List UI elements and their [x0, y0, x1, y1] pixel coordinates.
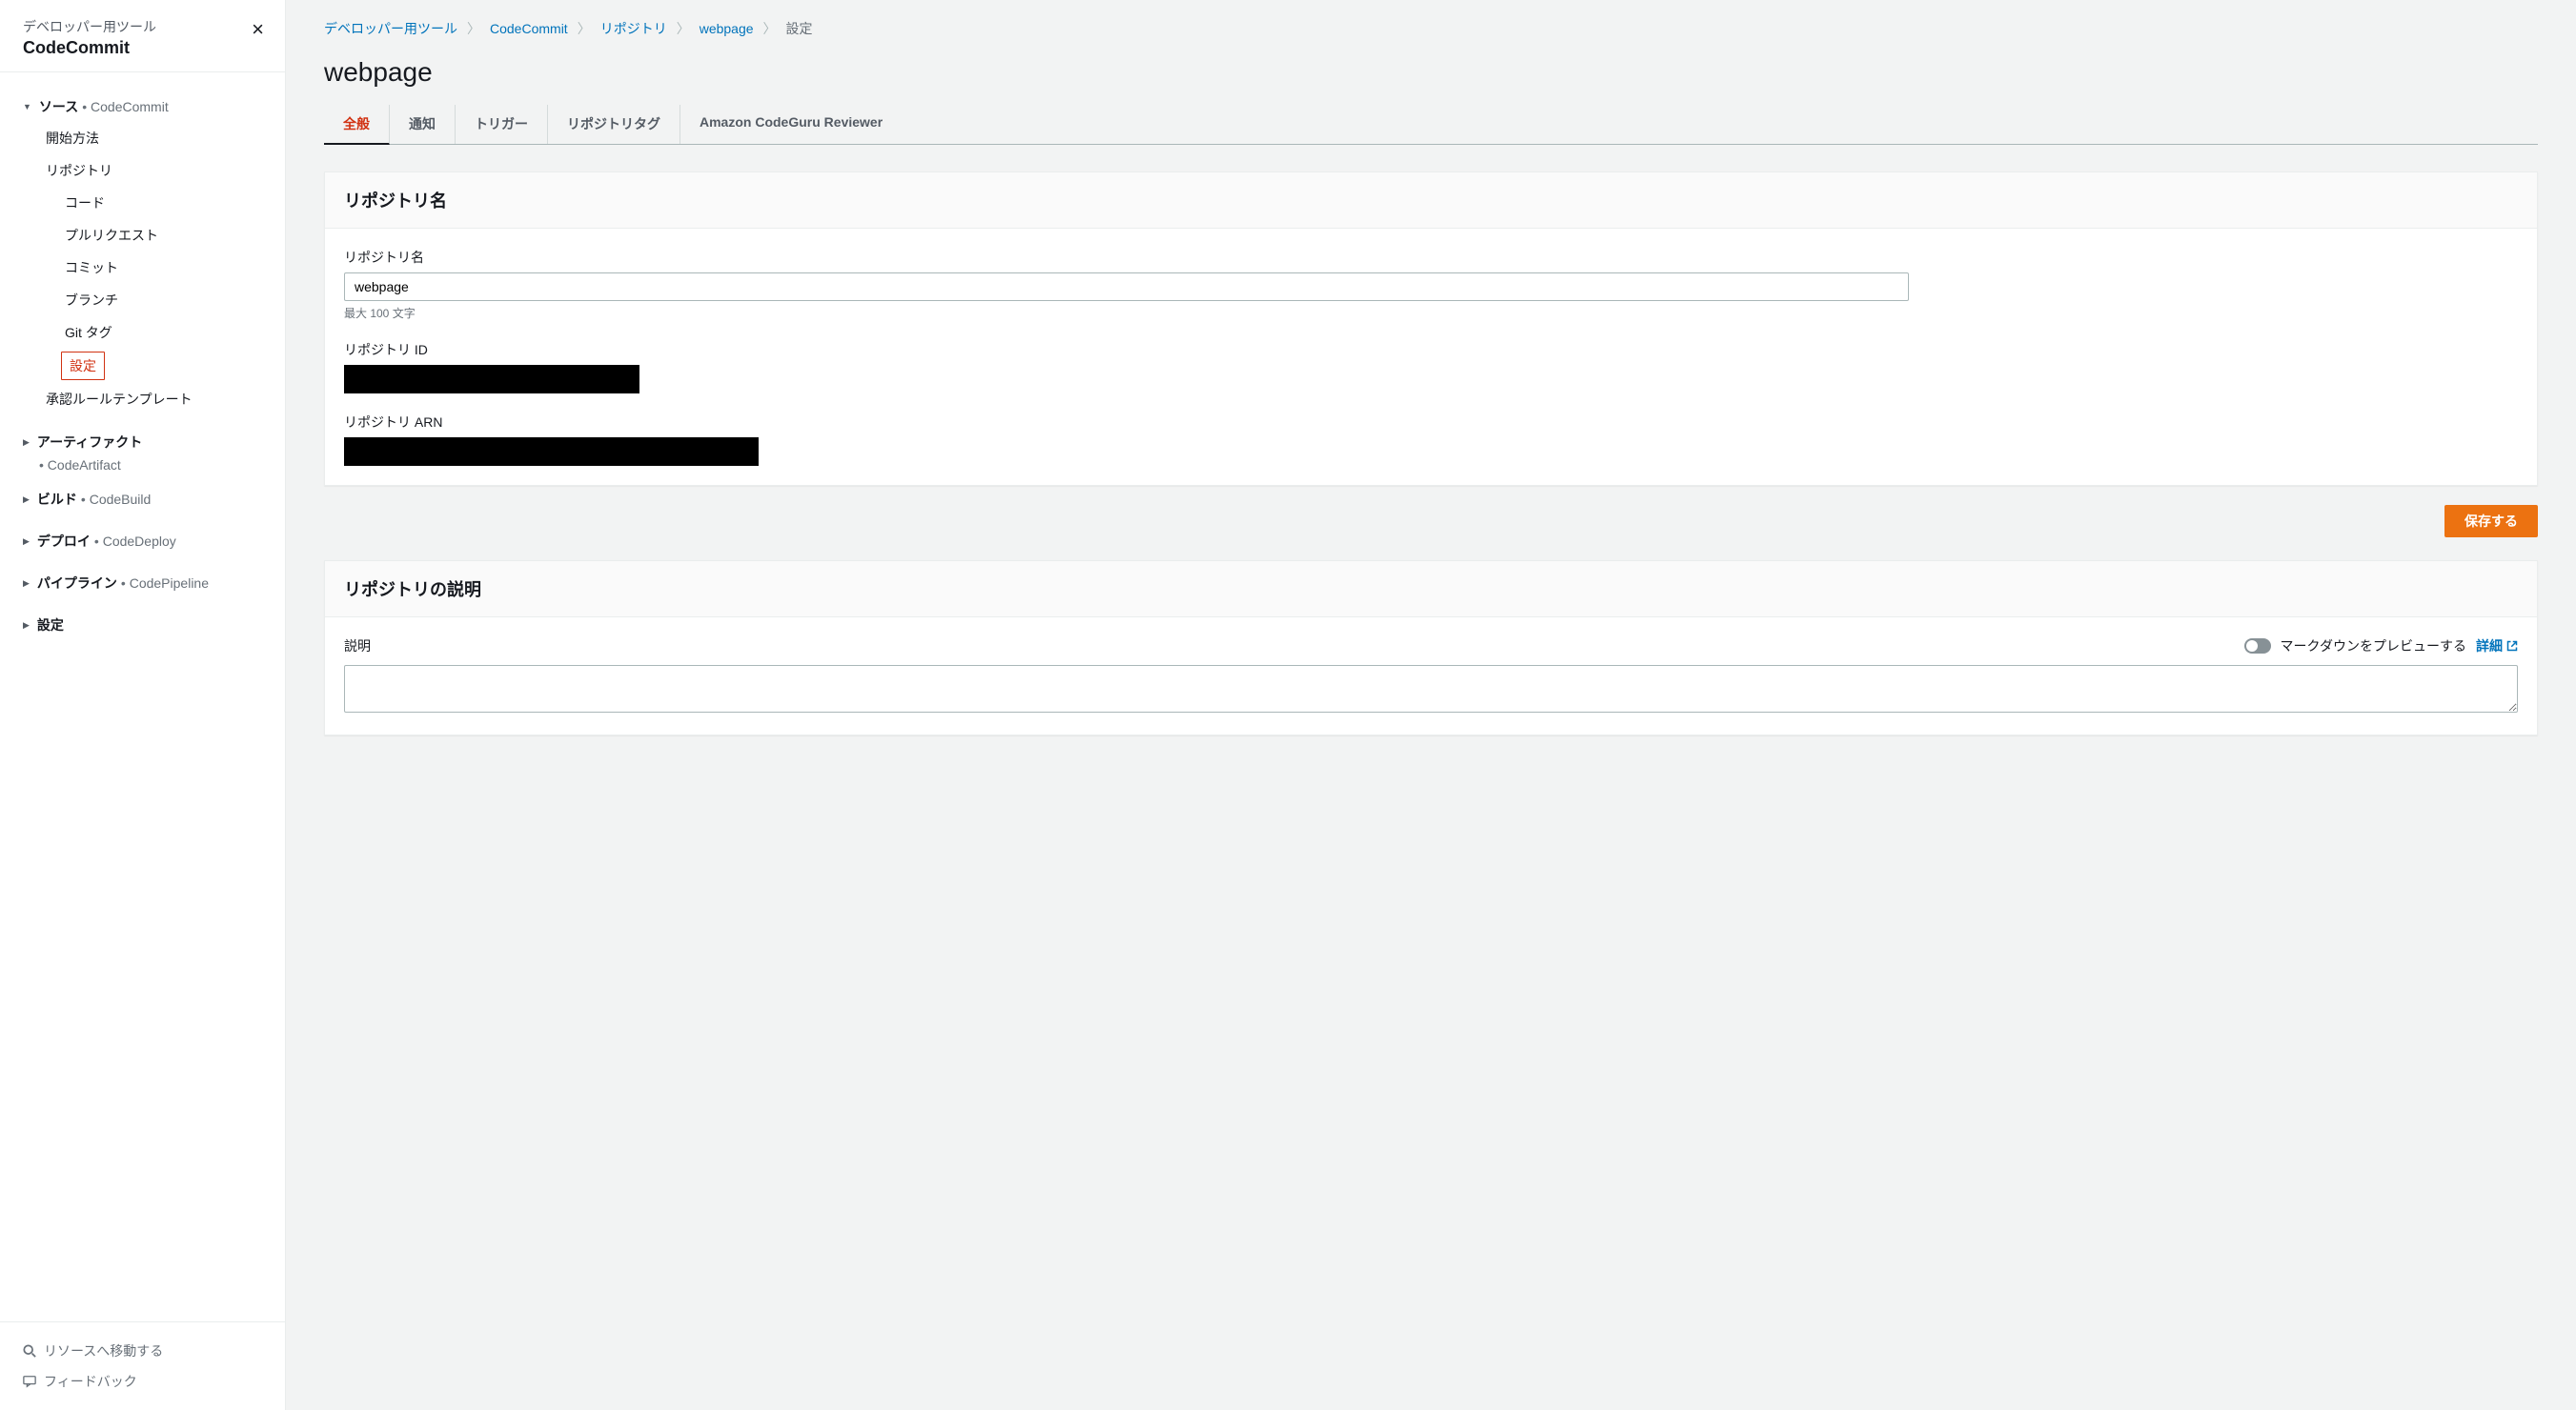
tab-notifications[interactable]: 通知: [390, 105, 456, 144]
panel-repository-description: リポジトリの説明 説明 マークダウンをプレビューする 詳細: [324, 560, 2538, 735]
nav-group-build: ▶ ビルド • CodeBuild: [0, 478, 285, 520]
nav-group-suffix: • CodePipeline: [121, 575, 209, 591]
panel-header: リポジトリの説明: [325, 561, 2537, 617]
field-hint: 最大 100 文字: [344, 305, 2518, 321]
caret-right-icon: ▶: [23, 437, 30, 448]
detail-link[interactable]: 詳細: [2476, 636, 2518, 655]
nav-group-header-artifact[interactable]: ▶ アーティファクト: [23, 427, 262, 457]
nav-group-suffix: • CodeDeploy: [94, 534, 176, 549]
sidebar-header: デベロッパー用ツール CodeCommit ×: [0, 0, 285, 72]
nav-group-artifact: ▶ アーティファクト • CodeArtifact: [0, 421, 285, 478]
chevron-right-icon: 〉: [677, 19, 690, 38]
nav-group-source: ▼ ソース • CodeCommit 開始方法 リポジトリ コード プルリクエス…: [0, 86, 285, 421]
caret-down-icon: ▼: [23, 102, 31, 111]
nav-group-label: ソース: [39, 97, 78, 116]
sidebar-title: CodeCommit: [23, 38, 262, 58]
nav-item-getting-started[interactable]: 開始方法: [23, 122, 262, 154]
nav-group-header-source[interactable]: ▼ ソース • CodeCommit: [23, 91, 262, 122]
footer-search-label: リソースへ移動する: [44, 1341, 163, 1360]
detail-link-label: 詳細: [2476, 636, 2503, 655]
panel-body: 説明 マークダウンをプレビューする 詳細: [325, 617, 2537, 735]
nav-group-suffix: • CodeCommit: [82, 99, 168, 114]
nav-subitem-code[interactable]: コード: [23, 187, 262, 219]
nav-group-label: ビルド: [37, 490, 77, 509]
nav-item-approval-templates[interactable]: 承認ルールテンプレート: [23, 383, 262, 415]
nav-subitem-branches[interactable]: ブランチ: [23, 284, 262, 316]
footer-go-to-resource[interactable]: リソースへ移動する: [23, 1336, 262, 1366]
caret-right-icon: ▶: [23, 494, 30, 505]
nav-group-label: パイプライン: [37, 574, 117, 593]
nav-group-label: 設定: [37, 615, 64, 634]
markdown-preview-group: マークダウンをプレビューする 詳細: [2244, 636, 2518, 655]
sidebar-nav: ▼ ソース • CodeCommit 開始方法 リポジトリ コード プルリクエス…: [0, 72, 285, 1321]
nav-group-header-build[interactable]: ▶ ビルド • CodeBuild: [23, 484, 262, 514]
nav-subitem-git-tags[interactable]: Git タグ: [23, 316, 262, 349]
chevron-right-icon: 〉: [578, 19, 591, 38]
caret-right-icon: ▶: [23, 536, 30, 547]
nav-subitem-settings[interactable]: 設定: [61, 352, 105, 380]
main-content: デベロッパー用ツール 〉 CodeCommit 〉 リポジトリ 〉 webpag…: [286, 0, 2576, 1410]
nav-group-suffix-artifact: • CodeArtifact: [23, 457, 262, 473]
field-label: リポジトリ ARN: [344, 413, 2518, 432]
chevron-right-icon: 〉: [763, 19, 777, 38]
breadcrumb-link-devtools[interactable]: デベロッパー用ツール: [324, 19, 457, 38]
caret-right-icon: ▶: [23, 620, 30, 631]
panel-title: リポジトリ名: [344, 188, 2518, 212]
external-link-icon: [2506, 640, 2518, 652]
nav-group-deploy: ▶ デプロイ • CodeDeploy: [0, 520, 285, 562]
field-repository-id: リポジトリ ID: [344, 340, 2518, 393]
panel-body: リポジトリ名 最大 100 文字 リポジトリ ID リポジトリ ARN: [325, 229, 2537, 485]
toggle-knob: [2246, 640, 2258, 652]
nav-group-settings: ▶ 設定: [0, 604, 285, 646]
breadcrumb: デベロッパー用ツール 〉 CodeCommit 〉 リポジトリ 〉 webpag…: [324, 19, 2538, 38]
save-button[interactable]: 保存する: [2444, 505, 2538, 537]
nav-group-label: デプロイ: [37, 532, 91, 551]
tab-repository-tags[interactable]: リポジトリタグ: [548, 105, 680, 144]
field-label: 説明: [344, 636, 371, 655]
caret-right-icon: ▶: [23, 578, 30, 589]
footer-feedback[interactable]: フィードバック: [23, 1366, 262, 1397]
nav-subitem-commits[interactable]: コミット: [23, 252, 262, 284]
field-label: リポジトリ ID: [344, 340, 2518, 359]
actions-row: 保存する: [324, 505, 2538, 537]
markdown-preview-toggle[interactable]: [2244, 638, 2271, 654]
nav-group-suffix: • CodeBuild: [81, 492, 151, 507]
field-repository-arn: リポジトリ ARN: [344, 413, 2518, 466]
field-label: リポジトリ名: [344, 248, 2518, 267]
nav-group-header-deploy[interactable]: ▶ デプロイ • CodeDeploy: [23, 526, 262, 556]
breadcrumb-current: 設定: [786, 19, 813, 38]
nav-group-header-pipeline[interactable]: ▶ パイプライン • CodePipeline: [23, 568, 262, 598]
nav-item-repositories[interactable]: リポジトリ: [23, 154, 262, 187]
breadcrumb-link-codecommit[interactable]: CodeCommit: [490, 21, 568, 36]
nav-subitem-pull-requests[interactable]: プルリクエスト: [23, 219, 262, 252]
repository-name-input[interactable]: [344, 272, 1909, 301]
search-icon: [23, 1344, 36, 1358]
panel-repository-name: リポジトリ名 リポジトリ名 最大 100 文字 リポジトリ ID リポジトリ A…: [324, 171, 2538, 486]
tabs: 全般 通知 トリガー リポジトリタグ Amazon CodeGuru Revie…: [324, 105, 2538, 145]
chevron-right-icon: 〉: [467, 19, 480, 38]
toggle-label: マークダウンをプレビューする: [2281, 636, 2466, 655]
sidebar-subtitle: デベロッパー用ツール: [23, 17, 262, 36]
page-title: webpage: [324, 57, 2538, 88]
nav-group-pipeline: ▶ パイプライン • CodePipeline: [0, 562, 285, 604]
field-repository-name: リポジトリ名 最大 100 文字: [344, 248, 2518, 321]
nav-group-header-settings[interactable]: ▶ 設定: [23, 610, 262, 640]
nav-group-label: アーティファクト: [37, 433, 142, 452]
tab-general[interactable]: 全般: [324, 105, 390, 145]
sidebar: デベロッパー用ツール CodeCommit × ▼ ソース • CodeComm…: [0, 0, 286, 1410]
panel-header: リポジトリ名: [325, 172, 2537, 229]
description-textarea[interactable]: [344, 665, 2518, 713]
sidebar-footer: リソースへ移動する フィードバック: [0, 1321, 285, 1410]
footer-feedback-label: フィードバック: [44, 1372, 137, 1391]
redacted-repository-arn: [344, 437, 759, 466]
tab-codeguru[interactable]: Amazon CodeGuru Reviewer: [680, 105, 902, 144]
close-icon[interactable]: ×: [252, 17, 264, 42]
tab-triggers[interactable]: トリガー: [456, 105, 548, 144]
breadcrumb-link-repositories[interactable]: リポジトリ: [600, 19, 667, 38]
description-header-row: 説明 マークダウンをプレビューする 詳細: [344, 636, 2518, 655]
breadcrumb-link-webpage[interactable]: webpage: [700, 21, 754, 36]
redacted-repository-id: [344, 365, 639, 393]
comment-icon: [23, 1375, 36, 1388]
panel-title: リポジトリの説明: [344, 576, 2518, 601]
